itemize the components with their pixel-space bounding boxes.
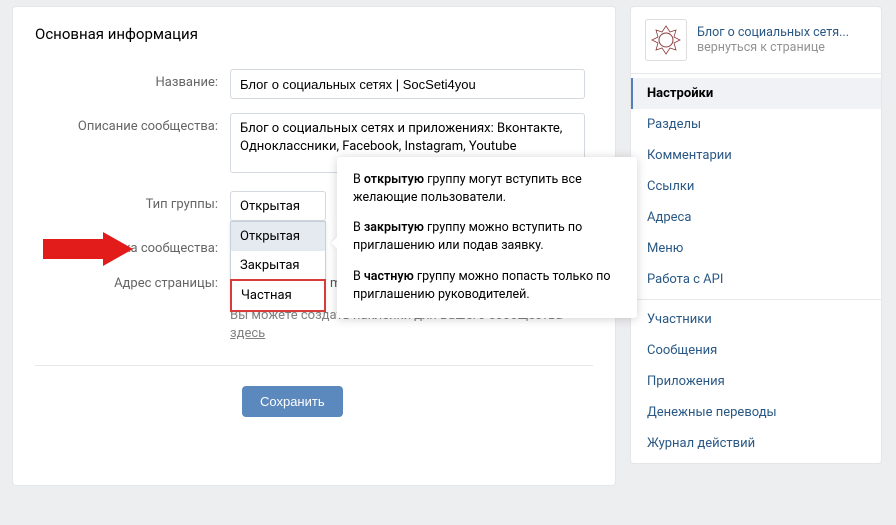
- group-type-selected[interactable]: Открытая: [230, 191, 326, 221]
- label-address: Адрес страницы:: [35, 270, 230, 291]
- group-type-menu: Открытая Закрытая Частная: [230, 221, 326, 312]
- back-to-page-link[interactable]: вернуться к странице: [697, 40, 849, 55]
- red-arrow-annotation: [43, 232, 133, 266]
- dropdown-option-private[interactable]: Частная: [230, 279, 326, 312]
- sidebar-item-menu[interactable]: Меню: [631, 233, 881, 264]
- dropdown-option-closed[interactable]: Закрытая: [231, 251, 325, 280]
- dropdown-option-open[interactable]: Открытая: [231, 222, 325, 251]
- name-input[interactable]: [230, 69, 585, 99]
- sidebar-item-log[interactable]: Журнал действий: [631, 428, 881, 459]
- sidebar-item-money[interactable]: Денежные переводы: [631, 397, 881, 428]
- group-type-tooltip: В открытую группу могут вступить все жел…: [337, 157, 637, 318]
- page-title: Основная информация: [35, 25, 593, 43]
- label-group-type: Тип группы:: [35, 191, 230, 212]
- divider: [35, 365, 593, 366]
- save-button[interactable]: Сохранить: [242, 386, 343, 417]
- avatar: [645, 19, 687, 61]
- row-name: Название:: [35, 69, 593, 99]
- sidebar-item-apps[interactable]: Приложения: [631, 366, 881, 397]
- sidebar-item-members[interactable]: Участники: [631, 304, 881, 335]
- label-name: Название:: [35, 69, 230, 90]
- sidebar-panel: Блог о социальных сетя... вернуться к ст…: [630, 6, 882, 464]
- group-type-dropdown[interactable]: Открытая Открытая Закрытая Частная: [230, 191, 326, 221]
- community-logo-icon: [649, 23, 683, 57]
- sidebar-item-api[interactable]: Работа с API: [631, 264, 881, 295]
- sidebar-item-addresses[interactable]: Адреса: [631, 202, 881, 233]
- sidebar-item-comments[interactable]: Комментарии: [631, 140, 881, 171]
- sidebar-nav: Настройки Разделы Комментарии Ссылки Адр…: [631, 74, 881, 463]
- sidebar-item-messages[interactable]: Сообщения: [631, 335, 881, 366]
- stickers-link[interactable]: здесь: [230, 326, 265, 341]
- community-name[interactable]: Блог о социальных сетя...: [697, 25, 849, 40]
- sidebar-separator: [631, 299, 881, 300]
- sidebar-item-links[interactable]: Ссылки: [631, 171, 881, 202]
- sidebar-header: Блог о социальных сетя... вернуться к ст…: [631, 7, 881, 74]
- sidebar-item-sections[interactable]: Разделы: [631, 109, 881, 140]
- label-description: Описание сообщества:: [35, 113, 230, 134]
- sidebar-item-settings[interactable]: Настройки: [631, 78, 881, 109]
